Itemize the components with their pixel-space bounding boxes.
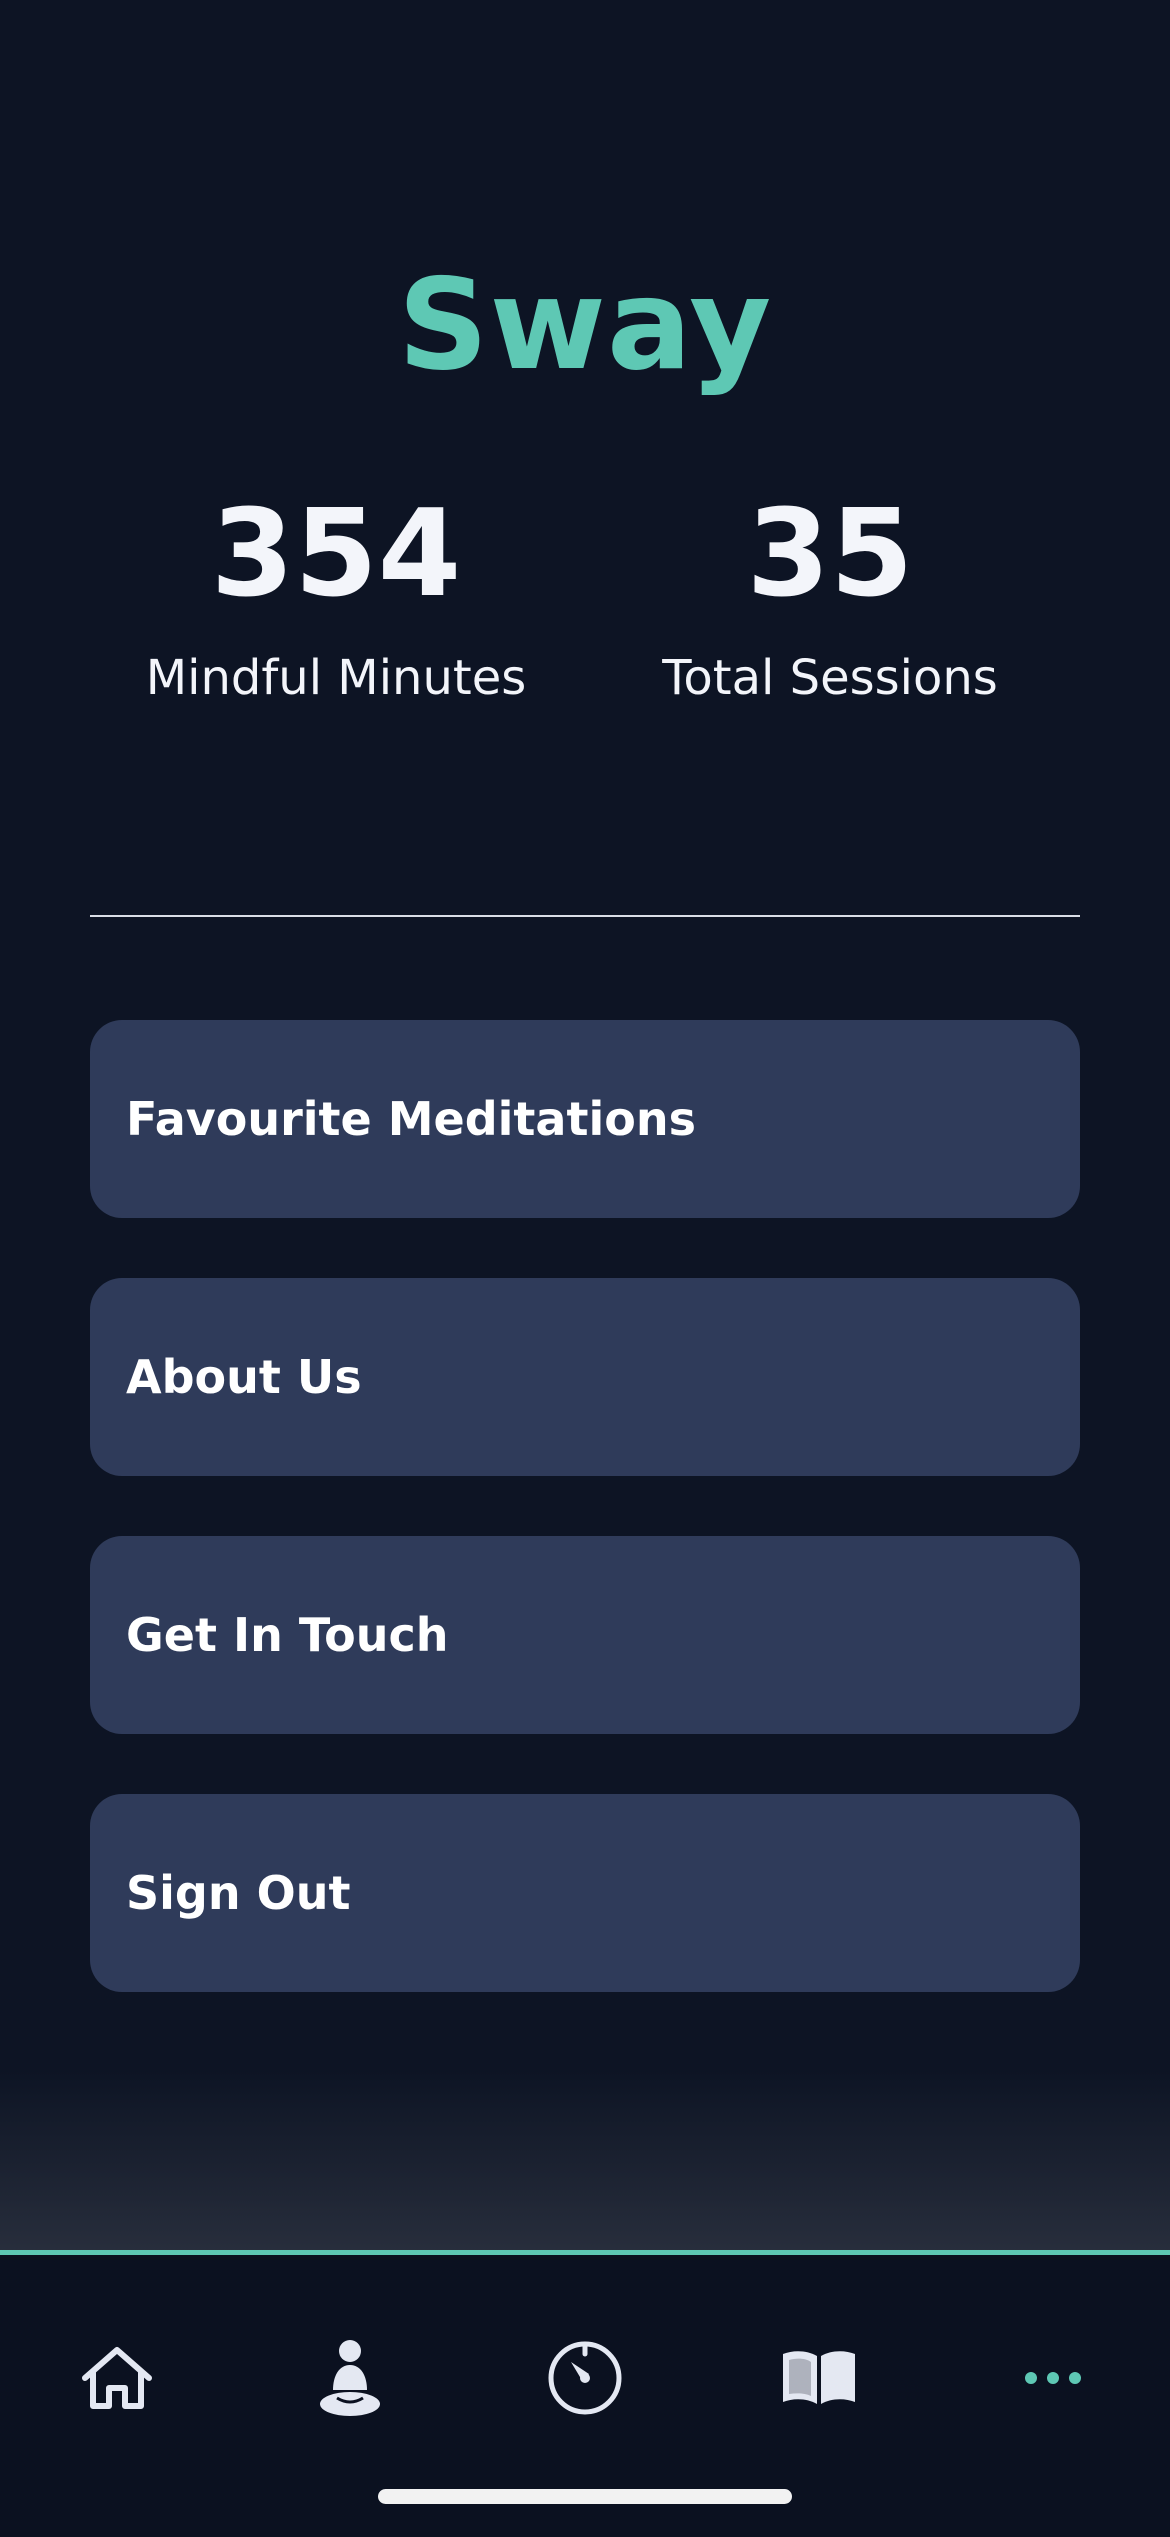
- menu-label: Get In Touch: [126, 1608, 449, 1662]
- stat-label: Mindful Minutes: [145, 650, 527, 706]
- home-indicator[interactable]: [378, 2489, 792, 2504]
- about-us-button[interactable]: About Us: [90, 1278, 1080, 1476]
- menu-label: Favourite Meditations: [126, 1092, 696, 1146]
- get-in-touch-button[interactable]: Get In Touch: [90, 1536, 1080, 1734]
- meditation-icon: [320, 2340, 380, 2416]
- stat-mindful-minutes: 354 Mindful Minutes: [106, 480, 566, 708]
- tab-more[interactable]: [1005, 2330, 1101, 2426]
- stat-value: 354: [210, 485, 462, 624]
- tab-meditate[interactable]: [302, 2330, 398, 2426]
- more-icon: [1025, 2372, 1081, 2384]
- menu-label: About Us: [126, 1350, 362, 1404]
- tab-bar-glow: [0, 2070, 1170, 2250]
- tab-timer[interactable]: [537, 2330, 633, 2426]
- divider: [90, 915, 1080, 917]
- favourite-meditations-button[interactable]: Favourite Meditations: [90, 1020, 1080, 1218]
- timer-icon: [548, 2341, 622, 2415]
- tab-library[interactable]: [771, 2330, 867, 2426]
- stat-value: 35: [746, 485, 914, 624]
- tab-home[interactable]: [69, 2330, 165, 2426]
- home-icon: [82, 2347, 152, 2409]
- stat-total-sessions: 35 Total Sessions: [600, 480, 1060, 708]
- menu-label: Sign Out: [126, 1866, 351, 1920]
- sign-out-button[interactable]: Sign Out: [90, 1794, 1080, 1992]
- app-title: Sway: [397, 251, 773, 398]
- stat-label: Total Sessions: [662, 650, 998, 706]
- book-icon: [783, 2351, 855, 2404]
